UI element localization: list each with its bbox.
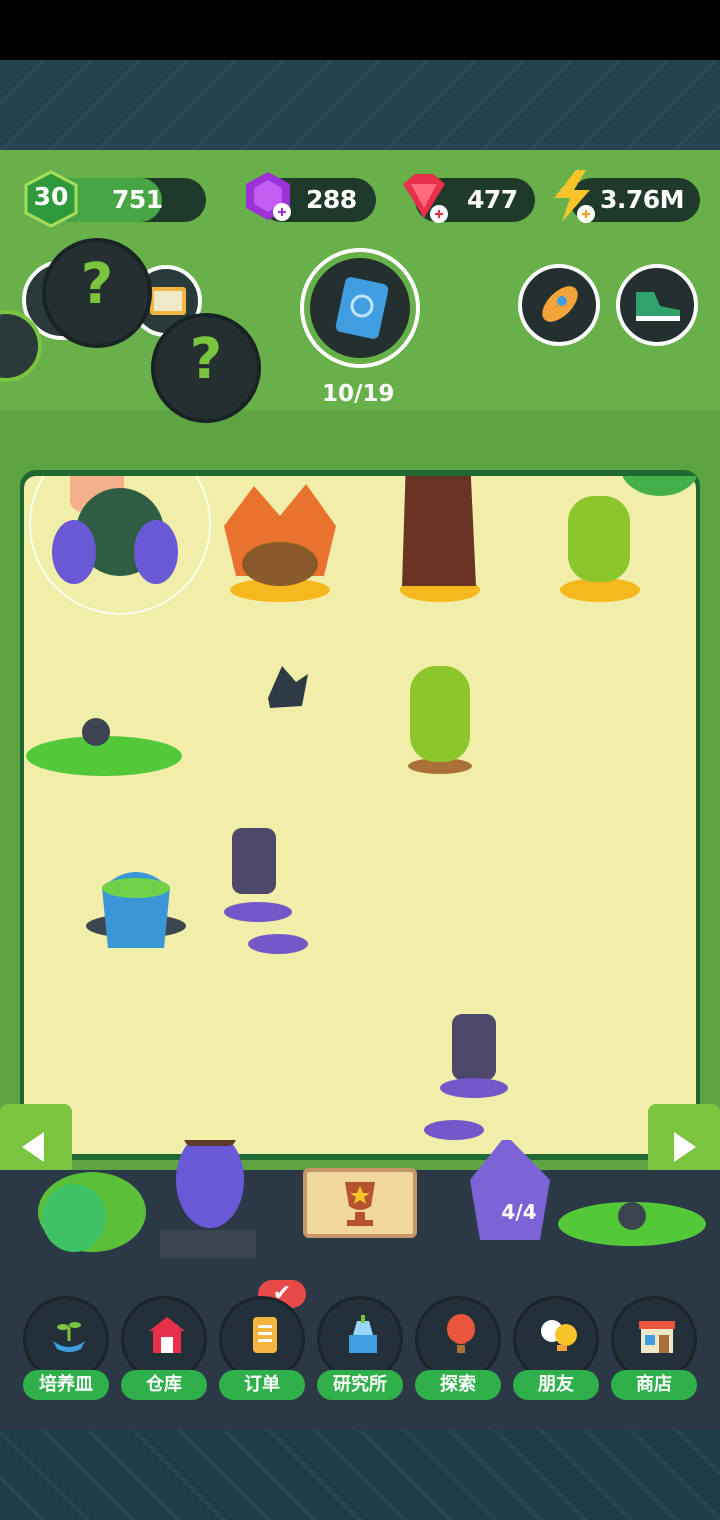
nav-label[interactable]: 培养皿	[23, 1370, 109, 1400]
level-value: 751	[112, 185, 163, 214]
trophy-sign-button[interactable]	[303, 1168, 417, 1238]
lightning-icon[interactable]	[546, 168, 598, 226]
sneaker-icon	[636, 292, 680, 321]
purple-gem-count: 288	[306, 185, 357, 214]
shop-icon	[639, 1321, 675, 1353]
vase-counter: 4/4	[501, 1200, 537, 1224]
order-scroll-icon	[253, 1317, 277, 1353]
nav-label[interactable]: 订单	[219, 1370, 305, 1400]
cauldron[interactable]	[86, 872, 186, 948]
research-lab-icon	[349, 1315, 377, 1353]
nav-label[interactable]: 研究所	[317, 1370, 403, 1400]
nav-item-4[interactable]: 研究所	[317, 1296, 403, 1406]
purple-slime-pipe[interactable]	[224, 828, 308, 954]
trophy-icon	[345, 1182, 375, 1226]
status-bar	[0, 0, 720, 60]
nav-item-3[interactable]: 订单	[219, 1296, 305, 1406]
nav-label[interactable]: 商店	[611, 1370, 697, 1400]
bark-tree-plant[interactable]	[400, 476, 480, 602]
unknown-seed-slot-1[interactable]: ?	[42, 238, 152, 348]
nav-item-2[interactable]: 仓库	[121, 1296, 207, 1406]
red-gem-count: 477	[467, 185, 518, 214]
purple-gem-icon[interactable]	[240, 168, 296, 224]
barn-icon	[149, 1317, 185, 1353]
question-mark-icon: ?	[80, 252, 114, 317]
purple-slime-pipe-2[interactable]	[424, 1014, 508, 1140]
hot-air-balloon-icon	[447, 1314, 475, 1353]
nav-label[interactable]: 仓库	[121, 1370, 207, 1400]
rocket-icon	[542, 286, 578, 322]
withered-plant[interactable]	[268, 666, 308, 708]
nav-label[interactable]: 朋友	[513, 1370, 599, 1400]
friends-icon	[541, 1320, 577, 1351]
bottom-background	[0, 1430, 720, 1520]
shoe-button[interactable]	[616, 264, 698, 346]
slime-puddle-left[interactable]	[26, 718, 182, 776]
header-background	[0, 60, 720, 150]
nav-item-7[interactable]: 商店	[611, 1296, 697, 1406]
green-cactus-small[interactable]	[408, 666, 472, 774]
level-number: 30	[33, 182, 69, 211]
collection-progress: 10/19	[322, 381, 395, 407]
level-badge-wrap: 30	[22, 170, 80, 228]
rocket-boost-button[interactable]	[518, 264, 600, 346]
red-gem-icon[interactable]	[395, 170, 453, 226]
collection-book-button[interactable]	[310, 258, 410, 358]
orange-leaf-plant[interactable]	[224, 484, 336, 602]
nav-item-5[interactable]: 探索	[415, 1296, 501, 1406]
nav-label[interactable]: 探索	[415, 1370, 501, 1400]
green-cactus-plant[interactable]	[560, 476, 696, 602]
nav-item-6[interactable]: 朋友	[513, 1296, 599, 1406]
unknown-seed-slot-2[interactable]: ?	[151, 313, 261, 423]
energy-count: 3.76M	[600, 185, 685, 214]
plant-book-icon	[335, 277, 389, 339]
question-mark-icon: ?	[189, 327, 223, 392]
garden-bed[interactable]	[24, 476, 696, 1154]
mushroom-plant[interactable]	[29, 476, 211, 615]
nav-item-1[interactable]: 培养皿	[23, 1296, 109, 1406]
sprout-dish-icon	[53, 1322, 85, 1352]
